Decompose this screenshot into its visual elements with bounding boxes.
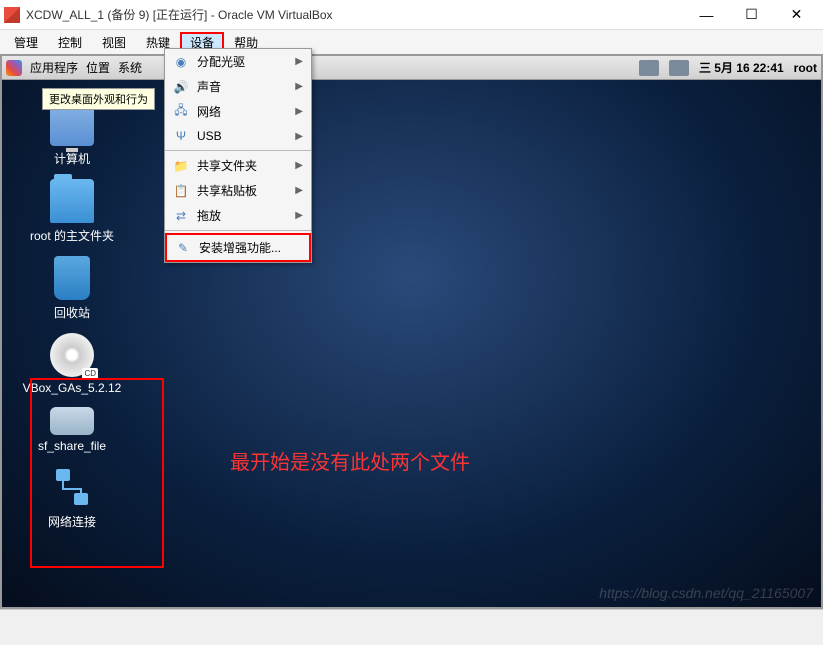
menubar: 管理 控制 视图 热键 设备 帮助 [0, 30, 823, 54]
menu-item-shared-folders[interactable]: 📁 共享文件夹 ▶ [165, 153, 311, 178]
folder-menu-icon: 📁 [173, 158, 189, 174]
network-menu-icon: 🖧 [173, 104, 189, 120]
menu-label: 共享文件夹 [197, 157, 287, 174]
statusbar [0, 609, 823, 645]
vm-display: 应用程序 位置 系统 三 5月 16 22:41 root 更改桌面外观和行为 … [0, 54, 823, 609]
menu-view[interactable]: 视图 [92, 32, 136, 53]
menu-control[interactable]: 控制 [48, 32, 92, 53]
chevron-right-icon: ▶ [295, 81, 303, 92]
menu-label: 网络 [197, 103, 287, 120]
apps-menu-icon[interactable] [6, 60, 22, 76]
separator [165, 150, 311, 151]
drag-icon: ⇄ [173, 208, 189, 224]
menu-item-sound[interactable]: 🔊 声音 ▶ [165, 74, 311, 99]
display-tray-icon[interactable] [669, 60, 689, 76]
close-button[interactable]: ✕ [774, 1, 819, 29]
system-menu[interactable]: 系统 [118, 59, 142, 76]
separator [165, 230, 311, 231]
menu-label: 安装增强功能... [199, 239, 301, 256]
vm-panel: 应用程序 位置 系统 三 5月 16 22:41 root [2, 56, 821, 80]
chevron-right-icon: ▶ [295, 106, 303, 117]
devices-dropdown: ◉ 分配光驱 ▶ 🔊 声音 ▶ 🖧 网络 ▶ Ψ USB ▶ 📁 共享文件夹 ▶… [164, 48, 312, 263]
icon-label: 回收站 [2, 304, 142, 321]
usb-icon: Ψ [173, 128, 189, 144]
clock[interactable]: 三 5月 16 22:41 [699, 59, 784, 76]
window-title: XCDW_ALL_1 (备份 9) [正在运行] - Oracle VM Vir… [26, 6, 684, 23]
folder-icon [50, 179, 94, 223]
chevron-right-icon: ▶ [295, 160, 303, 171]
menu-item-install-additions[interactable]: ✎ 安装增强功能... [165, 233, 311, 262]
menu-manage[interactable]: 管理 [4, 32, 48, 53]
icon-label: 计算机 [2, 150, 142, 167]
sound-icon: 🔊 [173, 79, 189, 95]
menu-item-network[interactable]: 🖧 网络 ▶ [165, 99, 311, 124]
apps-menu[interactable]: 应用程序 [30, 59, 78, 76]
chevron-right-icon: ▶ [295, 210, 303, 221]
cd-icon [50, 333, 94, 377]
desktop-icon-home[interactable]: root 的主文件夹 [2, 173, 142, 250]
disc-icon: ◉ [173, 54, 189, 70]
chevron-right-icon: ▶ [295, 56, 303, 67]
annotation-text: 最开始是没有此处两个文件 [230, 446, 470, 475]
user-menu[interactable]: root [794, 61, 817, 75]
minimize-button[interactable]: — [684, 1, 729, 29]
trash-icon [54, 256, 90, 300]
titlebar: XCDW_ALL_1 (备份 9) [正在运行] - Oracle VM Vir… [0, 0, 823, 30]
clipboard-icon: 📋 [173, 183, 189, 199]
watermark: https://blog.csdn.net/qq_21165007 [599, 585, 813, 601]
menu-label: 分配光驱 [197, 53, 287, 70]
menu-label: 拖放 [197, 207, 287, 224]
menu-item-optical[interactable]: ◉ 分配光驱 ▶ [165, 49, 311, 74]
desktop-icon-trash[interactable]: 回收站 [2, 250, 142, 327]
menu-label: 声音 [197, 78, 287, 95]
annotation-box [30, 378, 164, 568]
menu-label: USB [197, 129, 287, 143]
vbox-icon [4, 7, 20, 23]
menu-item-dragdrop[interactable]: ⇄ 拖放 ▶ [165, 203, 311, 228]
chevron-right-icon: ▶ [295, 131, 303, 142]
window-controls: — ☐ ✕ [684, 1, 819, 29]
menu-item-clipboard[interactable]: 📋 共享粘贴板 ▶ [165, 178, 311, 203]
network-tray-icon[interactable] [639, 60, 659, 76]
menu-item-usb[interactable]: Ψ USB ▶ [165, 124, 311, 148]
places-menu[interactable]: 位置 [86, 59, 110, 76]
tooltip: 更改桌面外观和行为 [42, 88, 155, 110]
menu-label: 共享粘贴板 [197, 182, 287, 199]
install-icon: ✎ [175, 240, 191, 256]
maximize-button[interactable]: ☐ [729, 1, 774, 29]
chevron-right-icon: ▶ [295, 185, 303, 196]
icon-label: root 的主文件夹 [2, 227, 142, 244]
